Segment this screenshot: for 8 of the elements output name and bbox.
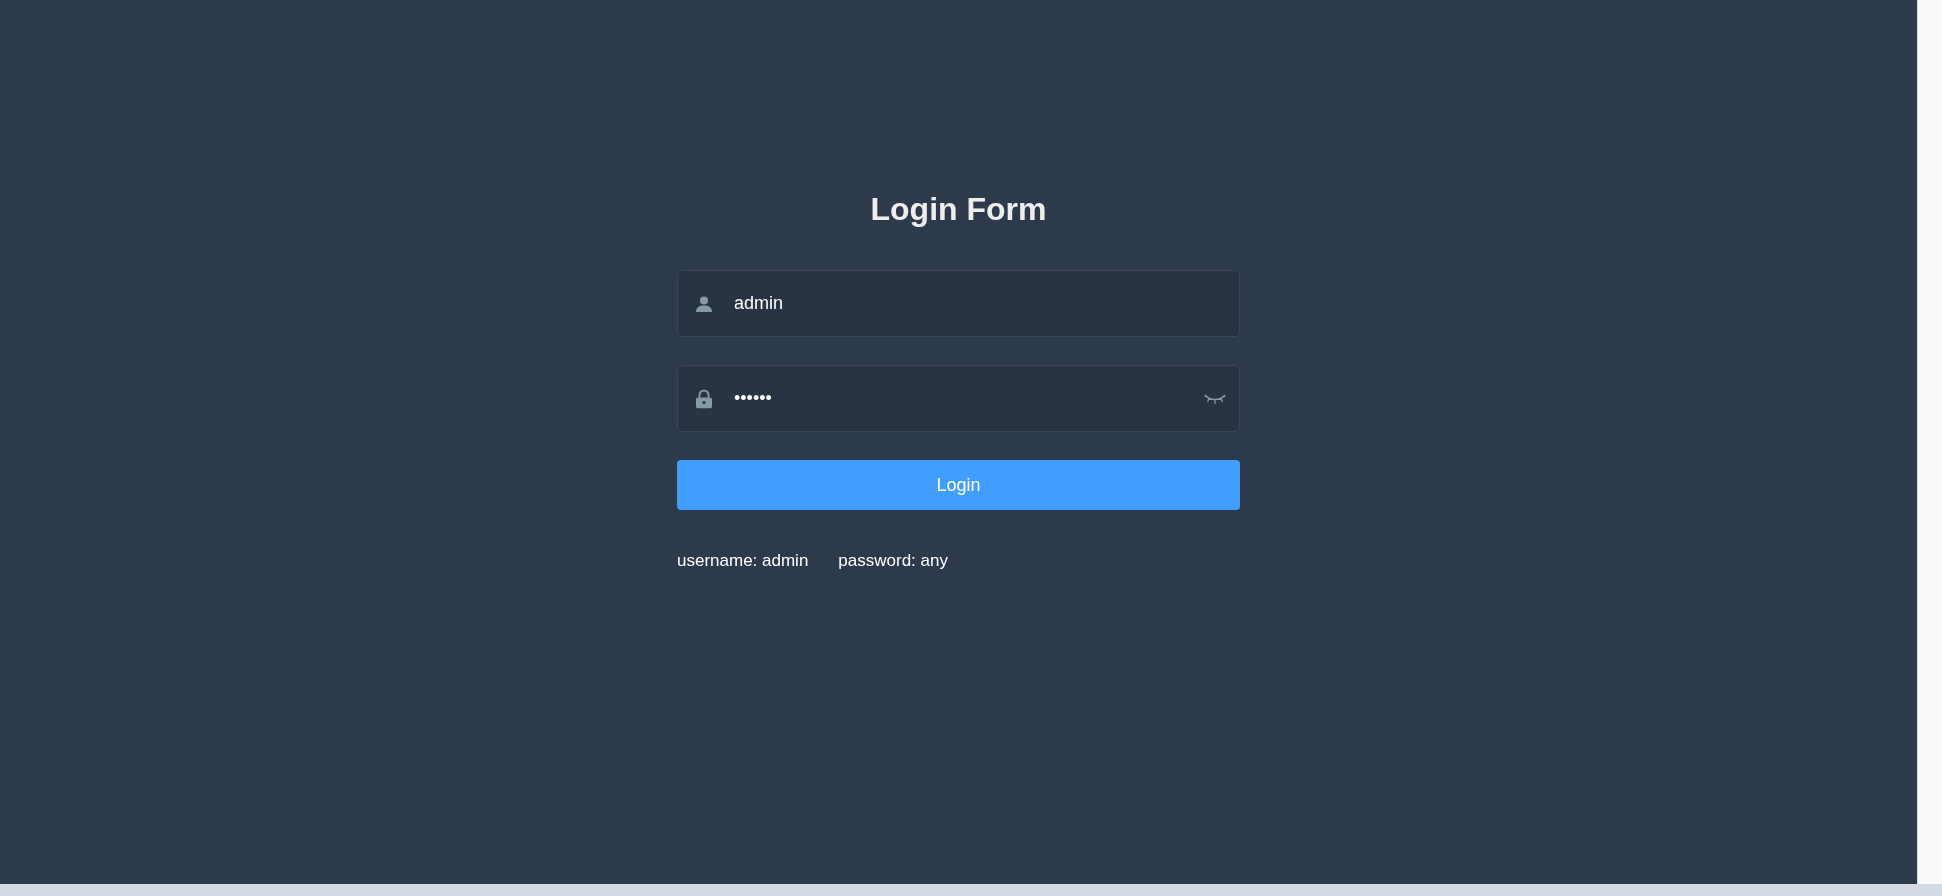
eye-closed-icon[interactable] — [1204, 392, 1226, 405]
form-title: Login Form — [869, 190, 1048, 229]
password-field[interactable]: •••••• — [677, 365, 1240, 433]
username-field[interactable]: admin — [677, 270, 1240, 338]
hint-text: password: any — [838, 550, 948, 573]
lock-icon — [695, 389, 713, 409]
hint-text: username: admin — [677, 550, 809, 573]
user-icon — [695, 294, 713, 313]
